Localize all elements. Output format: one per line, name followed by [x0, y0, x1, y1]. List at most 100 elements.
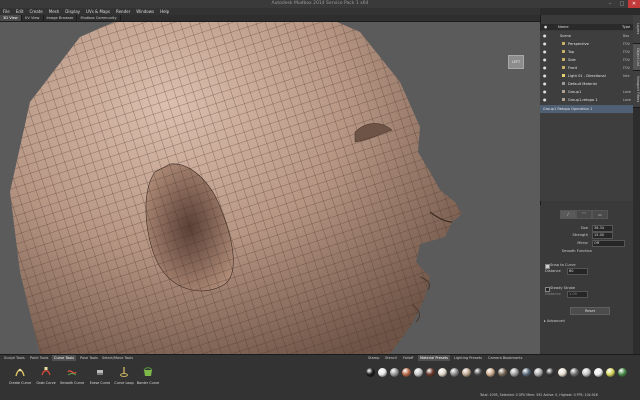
viewcube[interactable]: LEFT	[508, 55, 524, 69]
steady-distance-field[interactable]: 1.00	[567, 291, 588, 298]
tab-material-presets[interactable]: Material Presets	[418, 355, 451, 361]
material-preset-ball[interactable]	[474, 368, 483, 377]
material-preset-ball[interactable]	[558, 368, 567, 377]
list-item[interactable]: ● Light 01 - Directional Inte	[540, 72, 633, 80]
reset-button[interactable]: Reset	[570, 307, 610, 315]
material-preset-ball[interactable]	[618, 368, 627, 377]
smooth-curve-button[interactable]: Smooth Curve	[60, 364, 84, 390]
list-item[interactable]: Group1 Retopo Operation 1	[540, 105, 633, 113]
material-preset-ball[interactable]	[462, 368, 471, 377]
material-preset-ball[interactable]	[402, 368, 411, 377]
border-curve-button[interactable]: Border Curve	[136, 364, 160, 390]
type-column-header[interactable]: Type	[622, 24, 630, 30]
eye-icon[interactable]: ●	[543, 81, 547, 86]
menu-mesh[interactable]: Mesh	[46, 8, 63, 15]
tab-mudbox-community[interactable]: Mudbox Community	[77, 15, 121, 21]
tab-layers[interactable]: Layers	[633, 15, 640, 44]
erase-curve-button[interactable]: Erase Curve	[88, 364, 112, 390]
tab-uv-view[interactable]: UV View	[22, 15, 44, 21]
material-preset-ball[interactable]	[498, 368, 507, 377]
list-item[interactable]: ● Side FOV	[540, 56, 633, 64]
visibility-column-header[interactable]: ●	[544, 24, 547, 30]
list-item[interactable]: ● Default Material	[540, 80, 633, 88]
menu-edit[interactable]: Edit	[13, 8, 27, 15]
material-preset-ball[interactable]	[426, 368, 435, 377]
name-column-header[interactable]: Name	[558, 24, 569, 30]
material-preset-ball[interactable]	[438, 368, 447, 377]
tab-3d-view[interactable]: 3D View	[0, 15, 22, 21]
eye-icon[interactable]: ●	[543, 97, 547, 102]
material-preset-ball[interactable]	[414, 368, 423, 377]
tab-pose-tools[interactable]: Pose Tools	[78, 355, 100, 361]
camera-icon	[562, 58, 565, 61]
grab-curve-button[interactable]: Grab Curve	[34, 364, 58, 390]
material-preset-ball[interactable]	[450, 368, 459, 377]
list-item[interactable]: ● Top FOV	[540, 48, 633, 56]
eye-icon[interactable]: ●	[543, 89, 547, 94]
tab-select-move-tools[interactable]: Select/Move Tools	[100, 355, 135, 361]
menu-create[interactable]: Create	[26, 8, 45, 15]
material-preset-ball[interactable]	[570, 368, 579, 377]
strength-field[interactable]: 15.00	[592, 232, 613, 239]
head-model[interactable]	[0, 22, 540, 354]
material-preset-ball[interactable]	[366, 368, 375, 377]
list-item[interactable]: ● Scene Bas	[540, 32, 633, 40]
maximize-button[interactable]: □	[616, 0, 628, 8]
close-button[interactable]: ✕	[628, 0, 640, 8]
mirror-dropdown[interactable]: Off	[592, 240, 625, 247]
tab-stamp[interactable]: Stamp	[366, 355, 381, 361]
tab-sculpt-tools[interactable]: Sculpt Tools	[2, 355, 27, 361]
material-preset-ball[interactable]	[606, 368, 615, 377]
eye-icon[interactable]: ●	[543, 65, 547, 70]
eye-icon[interactable]: ●	[543, 33, 547, 38]
tab-object-list[interactable]: Object List	[633, 44, 640, 71]
menu-windows[interactable]: Windows	[133, 8, 157, 15]
list-item[interactable]: ● Group1 Leve	[540, 88, 633, 96]
mirror-label: Mirror	[577, 241, 588, 245]
tab-lighting-presets[interactable]: Lighting Presets	[452, 355, 484, 361]
material-preset-ball[interactable]	[534, 368, 543, 377]
camera-icon	[562, 66, 565, 69]
tab-camera-bookmarks[interactable]: Camera Bookmarks	[486, 355, 524, 361]
advanced-section-toggle[interactable]: ▸ Advanced	[544, 319, 565, 323]
rect-mode-button[interactable]: ▭	[592, 210, 608, 219]
status-bar: Total: 1095, Selected: 0 GPU Mem: 592 Ac…	[480, 393, 598, 397]
menu-help[interactable]: Help	[157, 8, 172, 15]
curve-loop-button[interactable]: Curve Loop	[112, 364, 136, 390]
material-preset-ball[interactable]	[510, 368, 519, 377]
list-item[interactable]: ● Front FOV	[540, 64, 633, 72]
material-preset-ball[interactable]	[546, 368, 555, 377]
eye-icon[interactable]: ●	[543, 57, 547, 62]
eye-icon[interactable]: ●	[543, 49, 547, 54]
3d-viewport[interactable]: LEFT	[0, 22, 540, 354]
eye-icon[interactable]: ●	[543, 73, 547, 78]
menu-display[interactable]: Display	[62, 8, 83, 15]
menu-render[interactable]: Render	[113, 8, 133, 15]
tab-falloff[interactable]: Falloff	[401, 355, 415, 361]
minimize-button[interactable]: –	[604, 0, 616, 8]
tab-paint-tools[interactable]: Paint Tools	[28, 355, 50, 361]
line-mode-button[interactable]: ⁄	[560, 210, 576, 219]
tab-curve-tools[interactable]: Curve Tools	[52, 355, 77, 361]
material-preset-ball[interactable]	[486, 368, 495, 377]
menu-uvs-maps[interactable]: UVs & Maps	[83, 8, 113, 15]
tab-image-browser[interactable]: Image Browser	[44, 15, 78, 21]
size-field[interactable]: 36.34	[592, 225, 613, 232]
material-preset-ball[interactable]	[522, 368, 531, 377]
material-preset-ball[interactable]	[390, 368, 399, 377]
create-curve-button[interactable]: Create Curve	[8, 364, 32, 390]
tab-viewport-filters[interactable]: Viewport Filters	[633, 71, 640, 108]
distance-field[interactable]: 60	[567, 268, 588, 275]
camera-icon	[562, 50, 565, 53]
menu-file[interactable]: File	[0, 8, 13, 15]
material-preset-ball[interactable]	[582, 368, 591, 377]
list-item[interactable]: ● Group1-retopo 1 Leve	[540, 96, 633, 104]
list-item[interactable]: ● Perspective FOV	[540, 40, 633, 48]
mesh-icon	[562, 98, 565, 101]
material-preset-ball[interactable]	[594, 368, 603, 377]
eye-icon[interactable]: ●	[543, 41, 547, 46]
arc-mode-button[interactable]: ⌒	[576, 210, 592, 219]
material-preset-ball[interactable]	[378, 368, 387, 377]
camera-icon	[562, 42, 565, 45]
tab-stencil[interactable]: Stencil	[383, 355, 399, 361]
